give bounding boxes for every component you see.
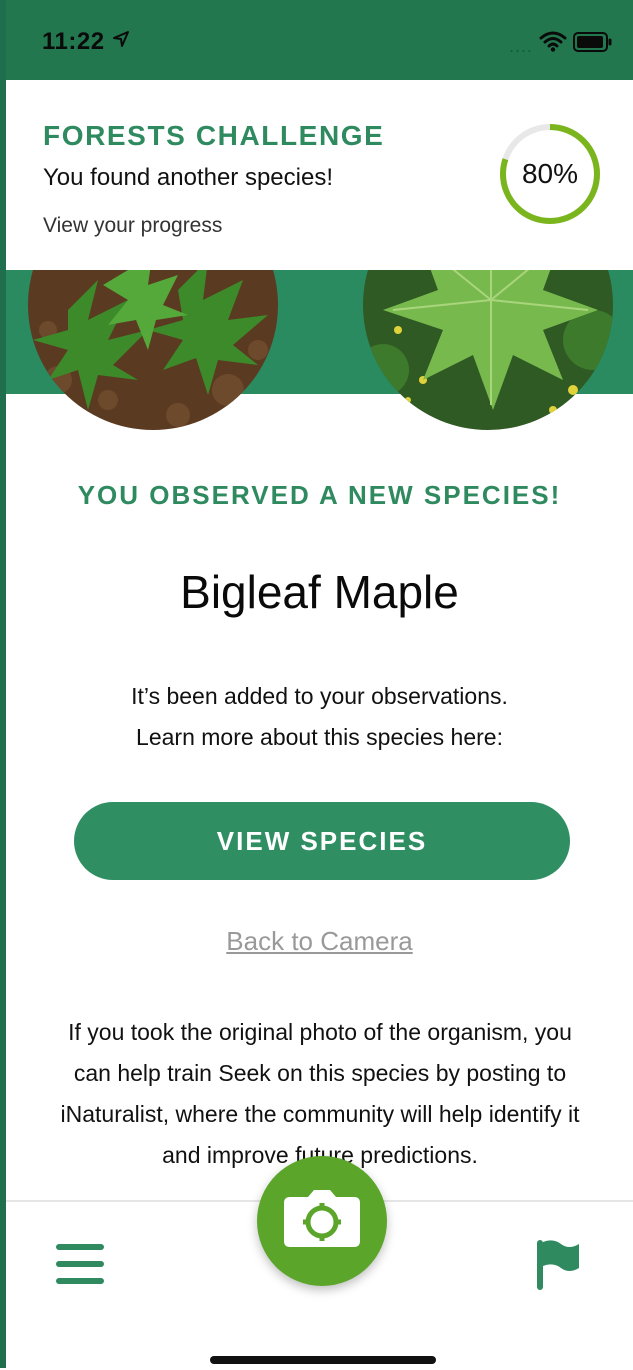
view-progress-link[interactable]: View your progress bbox=[43, 214, 222, 238]
new-species-heading: YOU OBSERVED A NEW SPECIES! bbox=[77, 480, 562, 510]
challenge-progress-label: 80% bbox=[521, 158, 579, 189]
status-time: 11:22 bbox=[42, 28, 105, 55]
camera-icon bbox=[282, 1189, 362, 1254]
signal-dots: .... bbox=[508, 36, 533, 56]
location-arrow-icon bbox=[112, 30, 130, 53]
flag-icon[interactable] bbox=[537, 1238, 581, 1295]
home-indicator[interactable] bbox=[210, 1356, 436, 1364]
battery-icon bbox=[573, 32, 613, 57]
menu-icon[interactable] bbox=[56, 1242, 104, 1291]
photo-clip bbox=[0, 270, 633, 440]
species-name: Bigleaf Maple bbox=[180, 566, 459, 618]
challenge-title: FORESTS CHALLENGE bbox=[43, 120, 385, 151]
back-to-camera-link[interactable]: Back to Camera bbox=[6, 926, 633, 957]
camera-button[interactable] bbox=[257, 1156, 387, 1286]
added-message: It’s been added to your observations. Le… bbox=[6, 676, 633, 758]
wifi-icon bbox=[539, 30, 567, 57]
species-photo-reference bbox=[363, 270, 613, 430]
status-bar: 11:22 .... bbox=[6, 0, 633, 80]
challenge-subtitle: You found another species! bbox=[43, 164, 334, 191]
added-message-line-1: It’s been added to your observations. bbox=[131, 683, 508, 709]
challenge-banner[interactable]: FORESTS CHALLENGE You found another spec… bbox=[6, 80, 633, 270]
view-species-button[interactable]: VIEW SPECIES bbox=[74, 802, 570, 880]
species-photo-user bbox=[28, 270, 278, 430]
added-message-line-2: Learn more about this species here: bbox=[136, 724, 503, 750]
